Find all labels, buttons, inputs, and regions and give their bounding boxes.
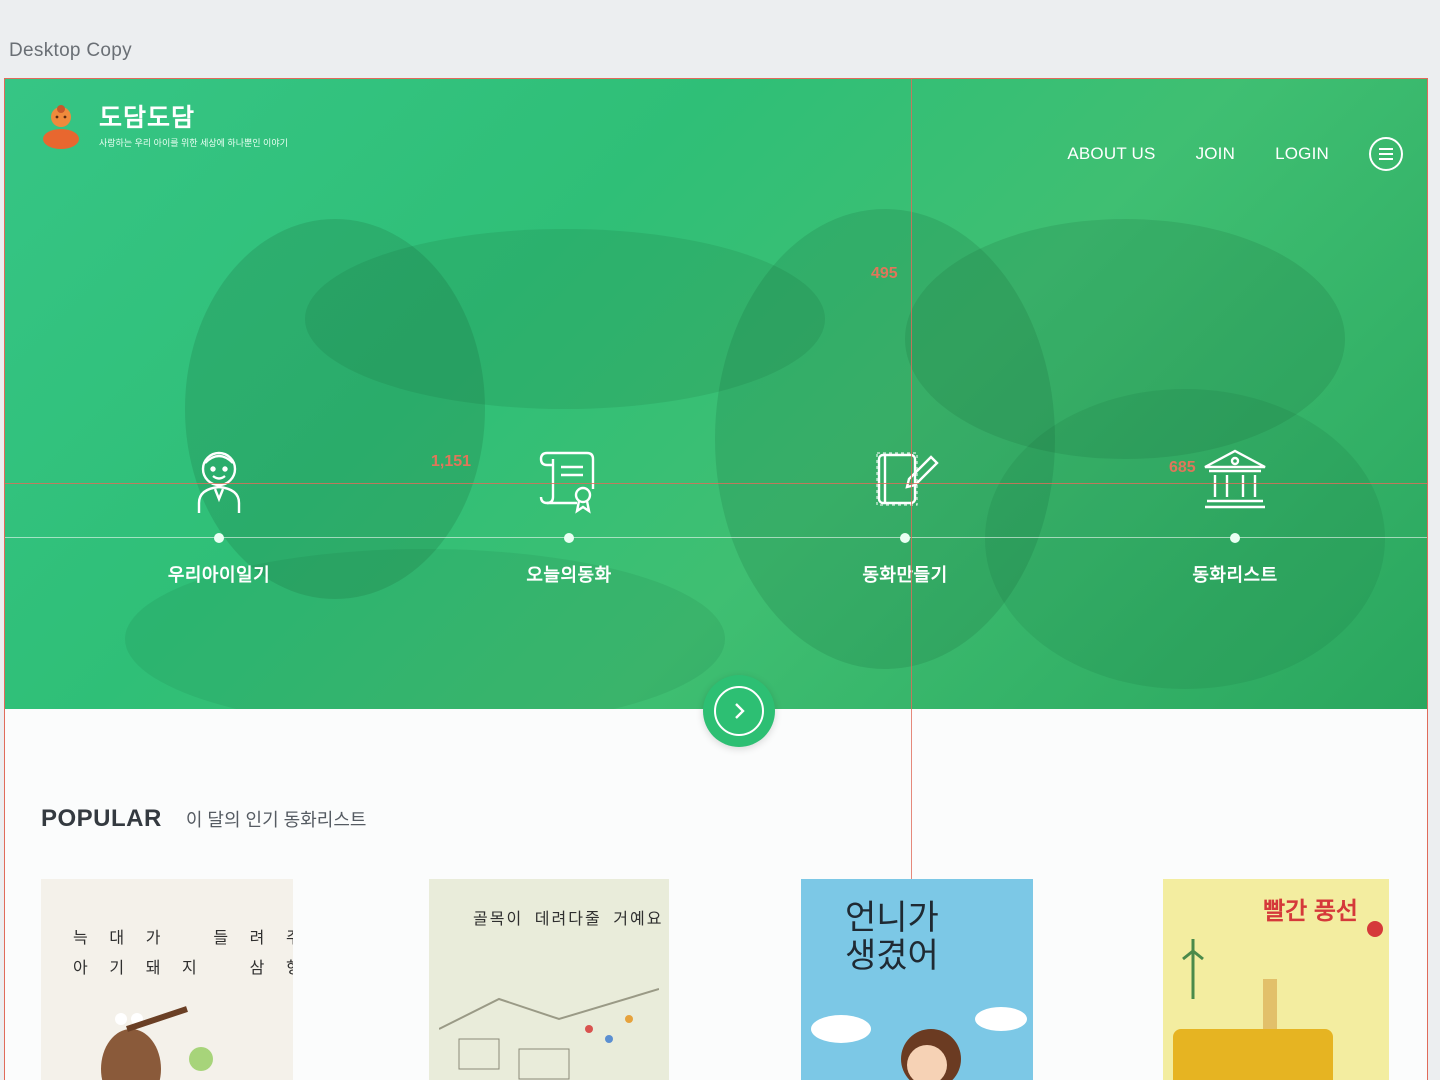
nav-join[interactable]: JOIN [1196, 144, 1236, 164]
measure-top: 495 [871, 265, 898, 282]
brand-name: 도담도담 [99, 104, 196, 132]
nav-about-us[interactable]: ABOUT US [1067, 144, 1155, 164]
hero-background-photo [5, 79, 1427, 709]
bus-illustration [1173, 921, 1383, 1080]
timeline-dot [214, 533, 224, 543]
child-avatar-icon [197, 451, 241, 513]
hamburger-menu-icon[interactable] [1369, 137, 1403, 171]
hero-section: 도담도담 사랑하는 우리 아이를 위한 세상에 하나뿐인 이야기 ABOUT U… [5, 79, 1427, 709]
feature-label: 오늘의동화 [526, 565, 612, 585]
book-card[interactable]: 늑 대 가 들 려 주 는 아 기 돼 지 삼 형 제 [41, 879, 293, 1080]
feature-todays-story[interactable]: 오늘의동화 [459, 439, 679, 587]
wolf-illustration [101, 1006, 213, 1080]
book-card[interactable]: 골목이 데려다줄 거예요 [429, 879, 669, 1080]
baby-logo-icon [43, 105, 79, 149]
book-title: 늑 대 가 들 려 주 는 아 기 돼 지 삼 형 제 [73, 928, 293, 977]
guide-horizontal [5, 483, 1427, 484]
artboard: 도담도담 사랑하는 우리 아이를 위한 세상에 하나뿐인 이야기 ABOUT U… [4, 78, 1428, 1080]
book-title: 언니가 생겼어 [845, 898, 939, 976]
book-pen-icon [876, 452, 939, 506]
feature-label: 동화만들기 [862, 565, 948, 585]
feature-label: 동화리스트 [1192, 565, 1278, 585]
popular-heading: POPULAR 이 달의 인기 동화리스트 [41, 805, 366, 833]
site-logo[interactable]: 도담도담 사랑하는 우리 아이를 위한 세상에 하나뿐인 이야기 [37, 103, 288, 151]
artboard-label: Desktop Copy [9, 40, 132, 61]
popular-subtitle: 이 달의 인기 동화리스트 [185, 810, 367, 830]
feature-label: 우리아이일기 [167, 565, 271, 585]
measure-left: 1,151 [431, 453, 472, 470]
library-building-icon [1204, 449, 1266, 509]
feature-story-list[interactable]: 동화리스트 [1125, 439, 1345, 587]
feature-diary[interactable]: 우리아이일기 [109, 439, 329, 587]
scroll-certificate-icon [539, 451, 595, 514]
measure-right: 685 [1169, 459, 1196, 476]
book-title: 골목이 데려다줄 거예요 [473, 909, 664, 928]
book-card[interactable]: 언니가 생겼어 [801, 879, 1033, 1080]
brand-tagline: 사랑하는 우리 아이를 위한 세상에 하나뿐인 이야기 [99, 138, 288, 148]
timeline-dot [900, 533, 910, 543]
alley-illustration [439, 988, 659, 1080]
feature-make-story[interactable]: 동화만들기 [795, 439, 1015, 587]
next-button[interactable] [703, 675, 775, 747]
book-card[interactable]: 빨간 풍선 [1163, 879, 1389, 1080]
timeline-dot [1230, 533, 1240, 543]
timeline-dot [564, 533, 574, 543]
nav-login[interactable]: LOGIN [1275, 144, 1329, 164]
main-nav: ABOUT US JOIN LOGIN [1067, 137, 1403, 171]
chevron-right-icon [735, 703, 745, 719]
popular-title: POPULAR [41, 805, 162, 832]
girl-illustration [811, 1007, 1027, 1080]
